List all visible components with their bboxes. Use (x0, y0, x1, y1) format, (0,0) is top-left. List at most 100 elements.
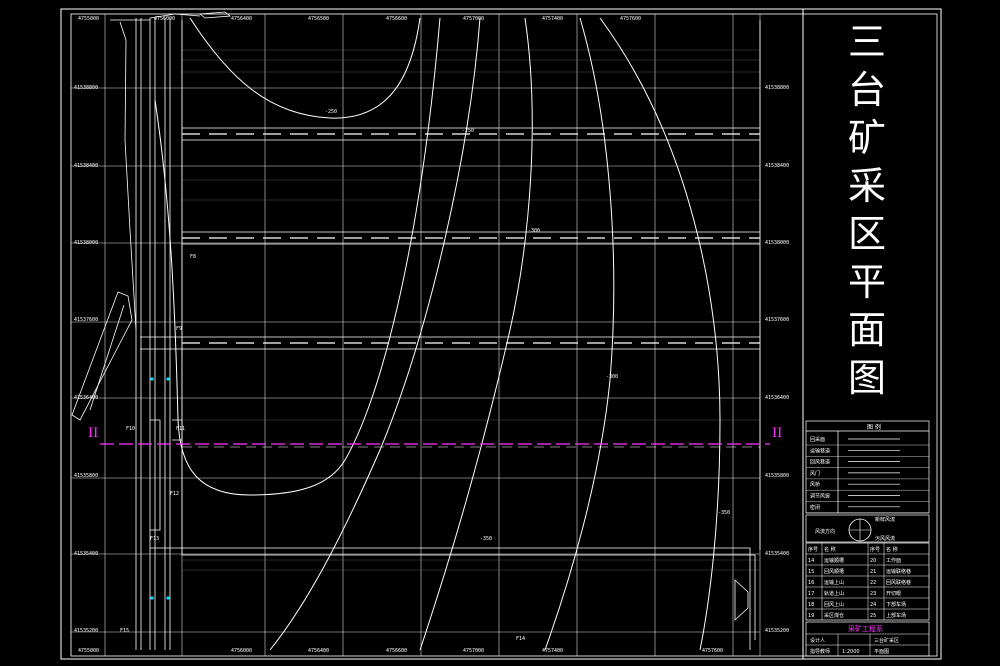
footer-drawing-name: 三台矿采区 (874, 637, 899, 644)
point-label: F11 (176, 426, 185, 432)
bottom-coord-label: 4756000 (231, 648, 252, 654)
section-mark-left: II (88, 426, 99, 441)
right-coord-label: 41535200 (765, 628, 789, 634)
left-coord-label: 41538800 (74, 85, 98, 91)
table-header: 名 称 (824, 546, 836, 553)
right-coord-label: 41535800 (765, 473, 789, 479)
table-cell: 15 (808, 569, 814, 575)
map-labels: -250 -250 -300 -300 -350 -350 F8 F9 F10 F11 F12 F13… (120, 109, 730, 642)
dashed-roadways (182, 133, 760, 344)
table-cell: 运输顺槽 (824, 557, 844, 564)
contour-b (154, 17, 441, 496)
legend-row-label: 调节风窗 (810, 493, 830, 500)
table-cell: 24 (870, 602, 876, 608)
table-cell: 23 (870, 591, 876, 597)
contour-label: -250 (462, 128, 474, 134)
point-label: F9 (176, 326, 182, 332)
return-air-label: 污风风流 (875, 535, 895, 542)
point-label: F12 (170, 491, 179, 497)
contour-label: -350 (480, 536, 492, 542)
legend-panel: 回采面运输巷道回风巷道风门风桥调节风窗密闭 图 例 (805, 420, 930, 514)
table-cell: 回风顺槽 (824, 568, 844, 575)
table-cell: 开切眼 (886, 590, 901, 597)
bottom-coord-label: 4755000 (78, 648, 99, 654)
coordinate-grid (70, 13, 761, 657)
table-cell: 回风上山 (824, 601, 844, 608)
title-char: 区 (847, 212, 886, 256)
right-coord-label: 41538000 (765, 240, 789, 246)
contour-label: -300 (606, 374, 618, 380)
table-cell: 18 (808, 602, 814, 608)
bottom-coord-label: 4757000 (463, 648, 484, 654)
fresh-air-label: 新鲜风流 (875, 516, 895, 523)
title-char: 平 (847, 260, 886, 304)
table-cell: 25 (870, 613, 876, 619)
top-coord-label: 4757400 (542, 16, 563, 22)
legend-heading: 图 例 (867, 423, 881, 431)
legend-row-label: 风门 (810, 470, 820, 477)
table-cell: 采区煤仓 (824, 612, 844, 619)
top-coord-label: 4756400 (231, 16, 252, 22)
title-char: 图 (847, 356, 886, 400)
table-cell: 16 (808, 580, 814, 586)
table-cell: 下部车场 (886, 601, 906, 608)
bottom-coord-label: 4757600 (702, 648, 723, 654)
title-char: 三 (847, 20, 886, 64)
table-header: 名 称 (886, 546, 898, 553)
point-label: F10 (126, 426, 135, 432)
legend-row-label: 回采面 (810, 436, 825, 443)
contour-a (189, 17, 421, 119)
mining-area-boundary (150, 20, 761, 650)
title-block: 采矿工程系 设计人 三台矿采区 指导教师 1:2000 平面图 (805, 621, 930, 657)
table-header: 序号 (808, 546, 818, 553)
bottom-coord-label: 4756600 (386, 648, 407, 654)
roadway-table: 序号名 称序号名 称14 运输顺槽 20 工作面15 回风顺槽 21 运输联络巷16 运输上山… (805, 542, 930, 621)
point-label: F8 (190, 254, 196, 260)
table-cell: 21 (870, 569, 876, 575)
top-coord-label: 4757000 (463, 16, 484, 22)
legend-row-label: 密闭 (810, 504, 820, 511)
table-cell: 19 (808, 613, 814, 619)
left-coord-label: 41537600 (74, 317, 98, 323)
contour-label: -350 (718, 510, 730, 516)
top-coord-label: 4756500 (308, 16, 329, 22)
coordinate-labels: 4755000 4756000 4756400 4756500 4756600 47570… (74, 16, 789, 654)
footer-scale: 1:2000 (842, 649, 860, 655)
airflow-label: 风流方向 (815, 528, 835, 535)
table-cell: 轨道上山 (824, 590, 844, 597)
contour-label: -250 (325, 109, 337, 115)
table-cell: 回风联络巷 (886, 579, 911, 586)
title-char: 面 (847, 308, 886, 352)
right-coord-label: 41538400 (765, 163, 789, 169)
section-mark-right: II (772, 426, 783, 441)
right-coord-label: 41537600 (765, 317, 789, 323)
top-coord-label: 4756600 (386, 16, 407, 22)
point-label: F13 (150, 536, 159, 542)
footer-drawing-type: 平面图 (874, 649, 889, 655)
top-coord-label: 4755000 (78, 16, 99, 22)
title-char: 台 (847, 68, 886, 112)
point-label: F14 (516, 636, 525, 642)
footer-advisor-label: 指导教师 (810, 648, 830, 655)
table-cell: 14 (808, 558, 814, 564)
roadway-solid-lines (140, 127, 760, 350)
table-cell: 20 (870, 558, 876, 564)
table-cell: 工作面 (886, 557, 901, 564)
table-cell: 运输上山 (824, 579, 844, 586)
left-coord-label: 41535200 (74, 628, 98, 634)
table-header: 序号 (870, 546, 880, 553)
right-coord-label: 41535400 (765, 551, 789, 557)
legend-row-label: 风桥 (810, 481, 820, 488)
contour-label: -300 (528, 228, 540, 234)
title-char: 采 (847, 164, 886, 208)
table-cell: 运输联络巷 (886, 568, 911, 575)
legend-row-label: 回风巷道 (810, 459, 830, 466)
table-cell: 17 (808, 591, 814, 597)
top-coord-label: 4757600 (620, 16, 641, 22)
bottom-coord-label: 4756400 (308, 648, 329, 654)
title-char: 矿 (847, 116, 886, 160)
left-coord-label: 41535800 (74, 473, 98, 479)
airflow-box: 风流方向 新鲜风流 污风风流 (805, 514, 930, 543)
right-coord-label: 41538800 (765, 85, 789, 91)
table-cell: 22 (870, 580, 876, 586)
